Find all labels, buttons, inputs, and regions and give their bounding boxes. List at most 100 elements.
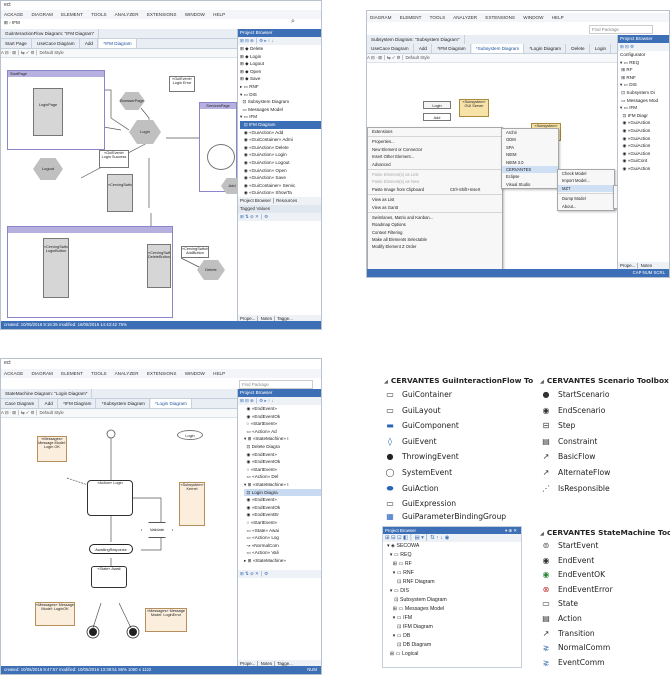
tree-item[interactable]: ▭ «State» Awai — [244, 527, 321, 535]
project-browser-tools[interactable]: ⊞ ⊟ ⚙ — [618, 43, 669, 51]
tree-item[interactable]: ⊡ DB Diagram — [387, 641, 521, 650]
services-white-oval[interactable] — [207, 144, 235, 170]
tree-item[interactable]: ⊡ Subsystem Di — [620, 89, 669, 97]
tab-usecase-diagram[interactable]: UseCace Diagram — [33, 39, 80, 48]
tree-item[interactable]: ▾ ⊞ «StateMachine» I — [244, 481, 321, 489]
menu-diagram[interactable]: DIAGRAM — [370, 15, 391, 20]
menu-help[interactable]: HELP — [213, 12, 225, 17]
toolbox-item-state[interactable]: ▭ State — [540, 597, 670, 612]
tree-item[interactable]: ▭ «Action» Log — [244, 534, 321, 542]
pin-icon[interactable]: ▾ ⊕ ✕ — [505, 527, 517, 534]
menu-element[interactable]: ELEMENT — [61, 12, 83, 17]
collapse-icon[interactable]: ◢ — [540, 379, 544, 385]
menu-analyzer[interactable]: ANALYZER — [115, 12, 139, 17]
tree-item[interactable]: ◉ «GuiAction — [620, 119, 669, 127]
menu-extensions[interactable]: EXTENSIONS — [147, 371, 177, 376]
tree-item-selected[interactable]: ⊡ IFM Diagram — [240, 120, 321, 129]
tree-item[interactable]: ▸ ⊞ «StateMachine» — [244, 557, 321, 565]
tab-project-browser[interactable]: Project Browser — [240, 198, 271, 203]
tree-item[interactable]: ◉ «GuiAction» Logout — [240, 159, 321, 167]
tree-item[interactable]: ▾ ▭ REQ — [620, 59, 669, 67]
tree-item[interactable]: ⊡ IFM Diagr — [620, 112, 669, 120]
tree-item[interactable]: ◉ «GuiContainer» Servic — [240, 182, 321, 190]
toolbox-item-guicontainer[interactable]: ▭ GuiContainer — [384, 387, 534, 403]
menu-help[interactable]: HELP — [552, 15, 564, 20]
style-select[interactable]: Default Style — [405, 55, 429, 60]
tree-item[interactable]: ▾ ⊞ «StateMachine» I — [244, 435, 321, 443]
tree-item[interactable]: ⊡ Delete Diagra — [244, 443, 321, 451]
toolbox-item-eventcomm[interactable]: ⋧ EventComm — [540, 656, 670, 671]
tab-usecase[interactable]: Cace Diagram — [1, 399, 40, 408]
find-package-field[interactable]: Find Package — [239, 380, 313, 389]
tree-item[interactable]: ◉ «GuiAction» Delete — [240, 144, 321, 152]
style-select[interactable]: Default Style — [39, 50, 63, 55]
menu-item-make-selectable[interactable]: Make all Elements Selectable — [368, 236, 502, 243]
menu-item-swimlanes[interactable]: Swimlanes, Matrix and Kanban... — [368, 214, 502, 221]
tree-item[interactable]: ◉ «GuiContainer» Admi — [240, 136, 321, 144]
tree-item[interactable]: ⊡ IFM Diagram — [387, 623, 521, 632]
toolbar-icons[interactable]: A ⊟ · ⊠ │ ⇆ ✓ ⚙ │ — [1, 50, 39, 55]
breadcrumb-ifm[interactable]: IFM — [12, 20, 20, 25]
await-state[interactable]: «State» Await — [91, 566, 127, 588]
tree-item[interactable]: ▾ ▭ DB — [387, 632, 521, 641]
tree-item[interactable]: ▭ «Action» Ad — [244, 428, 321, 436]
toolbar-icons[interactable]: A ⊟ · ⊠ │ ⇆ ✓ ⚙ │ — [367, 55, 405, 60]
menu-item-new-element[interactable]: New Element or Connector — [368, 146, 502, 153]
tree-item[interactable]: ⊞ RNF — [620, 74, 669, 82]
toolbox-item-action[interactable]: ▤ Action — [540, 612, 670, 627]
submenu-item-cervantes[interactable]: CERVANTES — [502, 165, 558, 174]
tree-item[interactable]: ▾ ▭ REQ — [387, 551, 521, 560]
tree-item[interactable]: ◉ «EndEvent» — [244, 451, 321, 459]
login-action-state[interactable]: «Action» Login — [87, 480, 133, 516]
tree-item[interactable]: ◉ «GuiAction» Open — [240, 167, 321, 175]
menu-extensions[interactable]: EXTENSIONS — [485, 15, 515, 20]
collapse-icon[interactable]: ◢ — [384, 379, 388, 385]
tree-item[interactable]: ◉ «GuiAction — [620, 150, 669, 158]
submenu-item-about[interactable]: About... — [558, 203, 614, 210]
tree-item[interactable]: ◉ «GuiAction» Login — [240, 151, 321, 159]
tab-usecase[interactable]: UseCace Diagram — [367, 44, 414, 53]
tree-item[interactable]: ○ «StartEvent» — [244, 420, 321, 428]
tree-item[interactable]: ▾ ▭ DIS — [387, 587, 521, 596]
tab-notes[interactable]: Notes — [641, 263, 652, 268]
menu-item-roadmap[interactable]: Roadmap Options — [368, 221, 502, 228]
style-select[interactable]: Default Style — [39, 410, 63, 415]
toolbox-item-step[interactable]: ⊟ Step — [540, 418, 670, 434]
project-browser-tools[interactable]: ⊞ ⊟ ⊕ │ ⚙ ▸ ↑ ↓ — [238, 37, 321, 45]
tree-item[interactable]: ▭ Messages Mod — [620, 97, 669, 105]
menu-item-context-filter[interactable]: Context Filtering — [368, 229, 502, 236]
tab-add[interactable]: Add — [41, 399, 58, 408]
submenu-item[interactable]: Visual Studio — [502, 181, 558, 188]
toolbox-item-endeventok[interactable]: ◉ EndEventOK — [540, 568, 670, 583]
menu-tools[interactable]: TOOLS — [430, 15, 446, 20]
menu-item-insert-other[interactable]: Insert Other Element... — [368, 153, 502, 160]
services-inner-box[interactable]: «CervingSwitch» — [107, 174, 133, 212]
tree-item-selected[interactable]: ⊡ Login Diagra — [244, 488, 321, 497]
tree-item[interactable]: ⊞ ▭ Logical — [387, 650, 521, 659]
tree-item[interactable]: ▾ ▭ IFM — [620, 104, 669, 112]
tab-resources[interactable]: Resources — [276, 198, 297, 203]
submenu-item-import-model[interactable]: Import Model... — [558, 177, 614, 184]
toolbox-item-guievent[interactable]: ◊ GuiEvent — [384, 434, 534, 450]
tree-item[interactable]: ◉ «GuiAction» Add — [240, 129, 321, 137]
tree-item[interactable]: ⊡ RNF Diagram — [387, 578, 521, 587]
toolbox-item-normalcomm[interactable]: ⋧ NormalComm — [540, 641, 670, 656]
diagram-canvas[interactable]: «Messages» Message Model: Login OK Login… — [1, 418, 237, 668]
menu-element[interactable]: ELEMENT — [61, 371, 83, 376]
tree-item[interactable]: ◉ «GuiCont — [620, 157, 669, 165]
menu-item-advanced[interactable]: Advanced — [368, 161, 502, 168]
tab-subsystem[interactable]: *Subsystem Diagram — [98, 399, 150, 408]
tree-root[interactable]: ▾ ◈ SECOWA — [387, 542, 521, 551]
tree-item[interactable]: ◉ «EndEvent» — [244, 405, 321, 413]
submenu-item[interactable]: NIEM — [502, 151, 558, 158]
tree-item[interactable]: ▾ ▭ IFM — [240, 113, 321, 121]
submenu-item-check-model[interactable]: Check Model — [558, 170, 614, 177]
toolbox-item-startscenario[interactable]: ● StartScenario — [540, 387, 670, 403]
diagram-canvas[interactable]: StartPage LoginPage BrowserPage «GuiEven… — [1, 58, 243, 323]
login-event-note[interactable]: «GuiEvent» Login Success — [99, 150, 129, 168]
message-model-ok-note[interactable]: «Messages» Message Model: LoginOK — [35, 602, 75, 626]
menu-window[interactable]: WINDOW — [185, 12, 205, 17]
menu-item-extensions[interactable]: Extensions — [368, 128, 502, 135]
toolbox-item-endscenario[interactable]: ◉ EndScenario — [540, 403, 670, 419]
menu-package[interactable]: ACKAGE — [4, 371, 23, 376]
